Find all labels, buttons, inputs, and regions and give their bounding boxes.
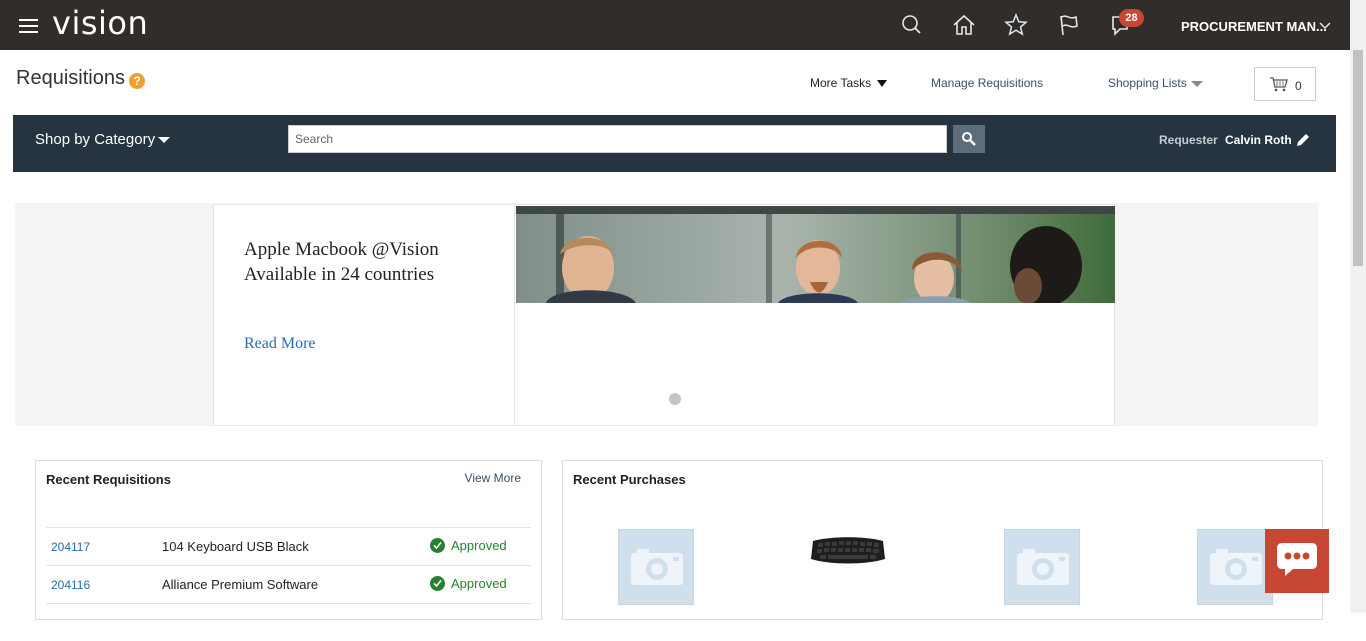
image-placeholder-icon[interactable] <box>1197 529 1273 605</box>
home-icon[interactable] <box>951 12 977 38</box>
more-tasks-label: More Tasks <box>810 76 872 90</box>
banner-title-line2: Available in 24 countries <box>244 264 435 285</box>
flag-icon[interactable] <box>1056 12 1082 38</box>
view-more-link[interactable]: View More <box>465 471 521 485</box>
shop-by-category-menu[interactable]: Shop by Category <box>35 131 171 148</box>
caret-down-icon <box>877 80 888 88</box>
shopping-lists-label: Shopping Lists <box>1108 76 1187 90</box>
scrollbar-thumb[interactable] <box>1353 50 1363 266</box>
help-icon[interactable]: ? <box>129 73 145 89</box>
brand-logo[interactable]: vision <box>52 4 148 42</box>
search-icon <box>962 132 976 146</box>
status-badge: Approved <box>430 538 507 554</box>
search-button[interactable] <box>953 125 985 153</box>
table-row[interactable]: 204117 104 Keyboard USB Black Approved <box>46 527 531 565</box>
check-circle-icon <box>430 538 445 554</box>
status-label: Approved <box>451 576 507 591</box>
user-menu[interactable]: PROCUREMENT MAN... <box>1181 19 1327 34</box>
edit-requester-icon[interactable] <box>1294 131 1312 149</box>
requester-label: Requester <box>1159 133 1218 147</box>
requisition-id-link[interactable]: 204116 <box>51 578 90 592</box>
recent-purchases-panel: Recent Purchases <box>562 460 1323 620</box>
chevron-down-icon[interactable] <box>1318 19 1332 33</box>
recent-requisitions-title: Recent Requisitions <box>46 472 171 487</box>
caret-down-icon <box>1190 80 1203 87</box>
banner-title: Apple Macbook @Vision Available in 24 co… <box>244 237 504 287</box>
requisition-id-link[interactable]: 204117 <box>51 540 90 554</box>
caret-down-icon <box>158 137 171 144</box>
recent-requisitions-panel: Recent Requisitions View More 204117 104… <box>35 460 542 620</box>
banner-image <box>516 206 1115 303</box>
notifications-badge[interactable]: 28 <box>1119 9 1144 27</box>
shop-bar: Shop by Category Requester Calvin Roth <box>13 115 1336 172</box>
shop-by-category-label: Shop by Category <box>35 131 156 148</box>
table-row[interactable] <box>46 603 531 641</box>
cart-count: 0 <box>1295 79 1302 93</box>
search-icon[interactable] <box>899 12 925 38</box>
promo-banner: Apple Macbook @Vision Available in 24 co… <box>213 204 1115 426</box>
requisition-description: 104 Keyboard USB Black <box>162 539 309 554</box>
status-badge: Approved <box>430 576 507 592</box>
requester-name: Calvin Roth <box>1225 133 1292 147</box>
table-row[interactable]: 204116 Alliance Premium Software Approve… <box>46 565 531 603</box>
chat-icon <box>1277 543 1317 576</box>
more-tasks-menu[interactable]: More Tasks <box>810 76 888 90</box>
cart-button[interactable]: 0 <box>1254 67 1316 101</box>
chat-button[interactable] <box>1265 529 1329 593</box>
page-title: Requisitions <box>16 67 125 89</box>
check-circle-icon <box>430 576 445 592</box>
image-placeholder-icon[interactable] <box>1004 529 1080 605</box>
star-icon[interactable] <box>1003 12 1029 38</box>
recent-purchases-title: Recent Purchases <box>573 472 686 487</box>
banner-text: Apple Macbook @Vision Available in 24 co… <box>214 205 515 425</box>
status-label: Approved <box>451 538 507 553</box>
global-header: vision 28 PROCUREMENT MAN... <box>0 0 1350 50</box>
shopping-lists-menu[interactable]: Shopping Lists <box>1108 76 1203 90</box>
manage-requisitions-link[interactable]: Manage Requisitions <box>931 76 1043 90</box>
requisition-description: Alliance Premium Software <box>162 577 319 592</box>
image-placeholder-icon[interactable] <box>618 529 694 605</box>
menu-icon[interactable] <box>19 19 38 33</box>
keyboard-image[interactable] <box>810 535 886 572</box>
search-input[interactable] <box>288 125 947 153</box>
page-scrollbar[interactable] <box>1350 0 1366 613</box>
read-more-link[interactable]: Read More <box>244 335 316 353</box>
carousel-dot[interactable] <box>669 393 681 405</box>
banner-title-line1: Apple Macbook @Vision <box>244 239 439 260</box>
cart-icon <box>1270 77 1288 92</box>
